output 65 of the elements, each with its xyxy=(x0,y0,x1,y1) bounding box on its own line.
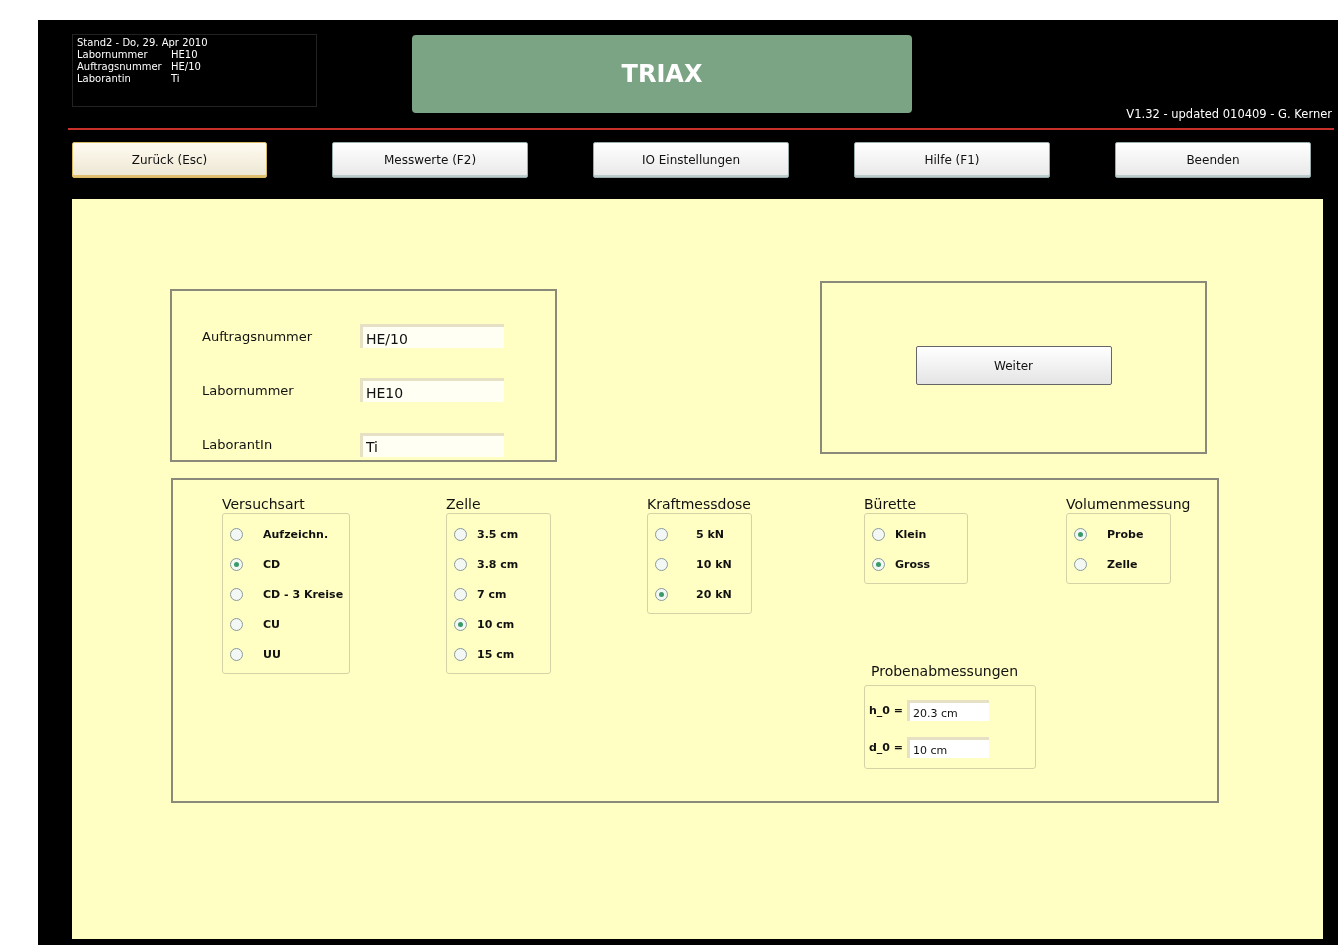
info-value: HE/10 xyxy=(171,61,202,73)
radio-label[interactable]: Probe xyxy=(1107,527,1144,541)
radio-label[interactable]: 3.8 cm xyxy=(477,557,519,571)
radio-button[interactable] xyxy=(230,557,243,571)
input-field[interactable]: HE10 xyxy=(360,378,504,403)
field-label: h_0 = xyxy=(869,704,904,717)
nav-button[interactable]: Beenden xyxy=(1115,142,1311,178)
input-field[interactable]: HE/10 xyxy=(360,324,504,349)
radio-label[interactable]: Aufzeichn. xyxy=(263,527,329,541)
radio-label[interactable]: 15 cm xyxy=(477,647,515,661)
info-label: Stand2 - Do, 29. Apr 2010 xyxy=(77,37,209,49)
radio-button[interactable] xyxy=(454,557,467,571)
info-value: Ti xyxy=(171,73,181,85)
group-title: Bürette xyxy=(864,496,918,513)
radio-label[interactable]: 20 kN xyxy=(696,587,732,601)
radio-button[interactable] xyxy=(454,587,467,601)
radio-button[interactable] xyxy=(1074,527,1087,541)
radio-button[interactable] xyxy=(454,527,467,541)
radio-button[interactable] xyxy=(230,527,243,541)
radio-label[interactable]: UU xyxy=(263,647,281,661)
radio-button[interactable] xyxy=(230,647,243,661)
radio-label[interactable]: Zelle xyxy=(1107,557,1138,571)
radio-button[interactable] xyxy=(230,617,243,631)
radio-label[interactable]: 10 kN xyxy=(696,557,732,571)
input-field[interactable]: 10 cm xyxy=(907,737,990,758)
radio-button[interactable] xyxy=(454,617,467,631)
input-field[interactable]: 20.3 cm xyxy=(907,700,990,721)
next-button[interactable]: Weiter xyxy=(915,346,1112,385)
group-title: Versuchsart xyxy=(222,496,306,513)
radio-label[interactable]: 3.5 cm xyxy=(477,527,519,541)
version-text: V1.32 - updated 010409 - G. Kerner xyxy=(1126,107,1332,121)
radio-button[interactable] xyxy=(655,587,668,601)
field-label: LaborantIn xyxy=(202,437,274,453)
app-title: TRIAX xyxy=(412,35,912,113)
group-title: Zelle xyxy=(446,496,482,513)
info-label: Labornummer xyxy=(77,49,149,61)
radio-label[interactable]: Klein xyxy=(895,527,927,541)
info-label: Auftragsnummer xyxy=(77,61,163,73)
radio-label[interactable]: CD xyxy=(263,557,281,571)
nav-button[interactable]: Hilfe (F1) xyxy=(854,142,1050,178)
field-label: d_0 = xyxy=(869,741,904,754)
radio-button[interactable] xyxy=(872,557,885,571)
group-title: Kraftmessdose xyxy=(647,496,752,513)
field-label: Labornummer xyxy=(202,383,295,398)
radio-label[interactable]: 10 cm xyxy=(477,617,515,631)
radio-label[interactable]: Gross xyxy=(895,557,931,571)
radio-label[interactable]: 7 cm xyxy=(477,587,507,601)
field-label: Auftragsnummer xyxy=(202,328,314,344)
radio-label[interactable]: 5 kN xyxy=(696,527,724,541)
radio-button[interactable] xyxy=(655,557,668,571)
input-field[interactable]: Ti xyxy=(360,432,504,457)
radio-button[interactable] xyxy=(1074,557,1087,571)
nav-button[interactable]: Messwerte (F2) xyxy=(332,142,528,178)
radio-button[interactable] xyxy=(872,527,885,541)
radio-label[interactable]: CD - 3 Kreise xyxy=(263,587,344,601)
info-label: Laborantin xyxy=(77,73,132,85)
nav-button[interactable]: IO Einstellungen xyxy=(593,142,789,178)
radio-label[interactable]: CU xyxy=(263,617,280,631)
radio-button[interactable] xyxy=(454,647,467,661)
group-title: Probenabmessungen xyxy=(871,663,1019,680)
nav-button[interactable]: Zurück (Esc) xyxy=(72,142,267,178)
radio-button[interactable] xyxy=(655,527,668,541)
radio-button[interactable] xyxy=(230,587,243,601)
info-value: HE10 xyxy=(171,49,199,61)
group-title: Volumenmessung xyxy=(1066,496,1192,513)
